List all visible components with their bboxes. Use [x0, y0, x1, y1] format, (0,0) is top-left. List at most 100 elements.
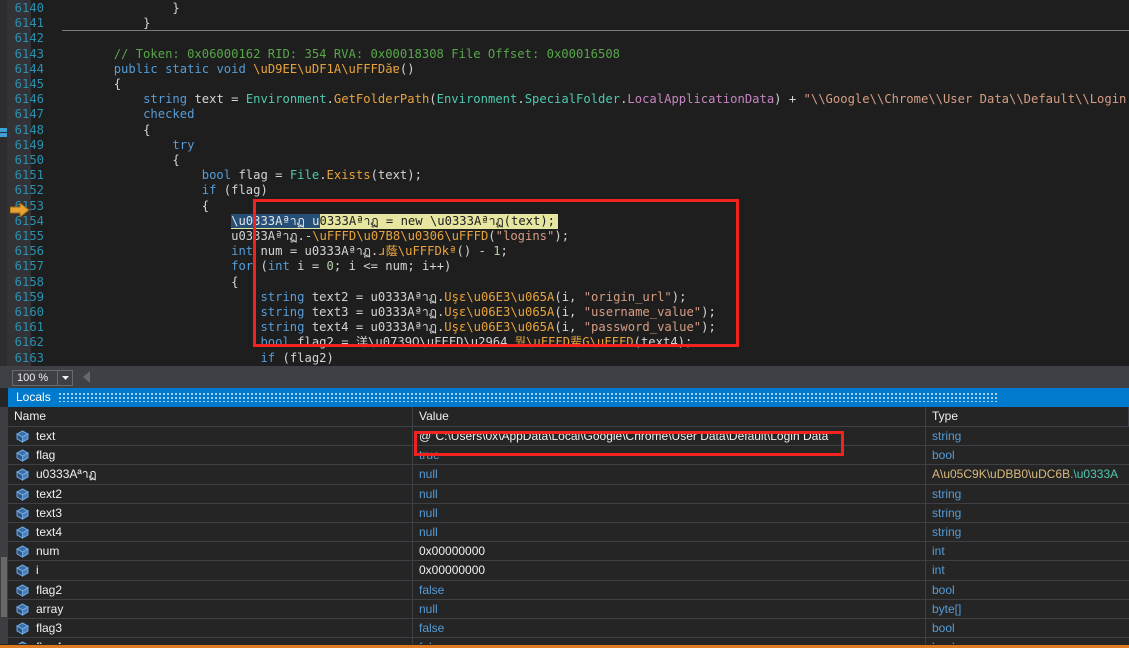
table-row[interactable]: num 0x00000000 int — [8, 542, 1129, 562]
table-row[interactable]: text4 null string — [8, 522, 1129, 543]
code-line[interactable]: 6152 if (flag) — [15, 183, 1129, 198]
code-editor[interactable]: 6140 } 6141 } 6142 6143 // Token: 0x0600016… — [0, 0, 1129, 366]
local-variable-name[interactable]: flag — [8, 446, 413, 465]
code-line[interactable]: 6162 bool flag2 = 洋\u0739Ω\uFFFD\u2964.뭠… — [15, 335, 1129, 350]
locals-grid[interactable]: Name Value Type text @"C:\Users\0x\AppDat… — [8, 407, 1129, 644]
table-row[interactable]: text2 null string — [8, 484, 1129, 504]
table-row[interactable]: flag true bool — [8, 446, 1129, 466]
table-row[interactable]: text3 null string — [8, 503, 1129, 523]
local-variable-value[interactable]: true — [413, 446, 926, 465]
code-line[interactable]: 6160 string text3 = u0333Aªาฏ.Uşɛ\u06E3\… — [15, 305, 1129, 320]
column-header-type[interactable]: Type — [926, 407, 1129, 426]
local-variable-value[interactable]: null — [413, 503, 926, 522]
cube-icon — [16, 430, 29, 443]
code-text-area[interactable]: 6140 } 6141 } 6142 6143 // Token: 0x0600016… — [15, 0, 1129, 366]
local-variable-value[interactable]: false — [413, 638, 926, 644]
local-variable-type: string — [932, 486, 962, 501]
local-variable-name[interactable]: text3 — [8, 503, 413, 522]
local-variable-value[interactable]: 0x00000000 — [413, 542, 926, 561]
code-line[interactable]: 6161 string text4 = u0333Aªาฏ.Uşɛ\u06E3\… — [15, 320, 1129, 335]
table-row[interactable]: text @"C:\Users\0x\AppData\Local\Google\C… — [8, 427, 1129, 447]
table-row[interactable]: flag4 falsebool — [8, 638, 1129, 644]
code-line[interactable]: 6143 // Token: 0x06000162 RID: 354 RVA: … — [15, 47, 1129, 62]
cube-icon — [16, 583, 29, 597]
local-variable-value[interactable]: null — [413, 465, 926, 484]
selected-token: \u0333Aªาฏ u — [231, 213, 320, 228]
table-row[interactable]: flag3 false bool — [8, 618, 1129, 639]
code-line[interactable]: 6159 string text2 = u0333Aªาฏ.Uşɛ\u06E3\… — [15, 290, 1129, 305]
column-header-value[interactable]: Value — [413, 407, 926, 426]
code-line[interactable]: 6153 { — [15, 199, 1129, 214]
line-number: 6141 — [14, 16, 44, 31]
code-line[interactable]: 6140 } — [15, 1, 1129, 16]
code-line-text: bool flag2 = 洋\u0739Ω\uFFFD\u2964.뭠\uFFF… — [260, 335, 693, 350]
line-number: 6155 — [14, 229, 44, 243]
local-variable-name[interactable]: flag4 — [8, 638, 413, 644]
zoom-dropdown-chevron-down-icon[interactable] — [58, 370, 73, 386]
local-variable-value[interactable]: null — [413, 484, 926, 503]
local-variable-name[interactable]: flag2 — [8, 580, 413, 599]
code-line[interactable]: 6157 for (int i = 0; i <= num; i++) — [15, 259, 1129, 274]
locals-vertical-scrollbar[interactable] — [0, 407, 8, 644]
local-variable-value[interactable]: 0x00000000 — [413, 561, 926, 580]
variable-name-label: flag3 — [36, 620, 63, 635]
horizontal-scrollbar[interactable] — [83, 369, 1129, 387]
table-row[interactable]: i 0x00000000 int — [8, 561, 1129, 581]
variable-name-label: i — [36, 563, 39, 578]
table-row[interactable]: u0333Aªาฏ null A\u05C9K\uDBB0\uDC6B.\u0333… — [8, 465, 1129, 485]
code-line-text: } — [172, 1, 180, 15]
local-variable-name[interactable]: num — [8, 542, 413, 561]
local-variable-name[interactable]: flag3 — [8, 618, 413, 638]
scrollbar-thumb[interactable] — [1, 557, 7, 617]
local-variable-name[interactable]: i — [8, 561, 413, 580]
cube-icon — [16, 449, 29, 463]
cube-icon — [16, 526, 29, 539]
code-line[interactable]: 6146 string text = Environment.GetFolder… — [15, 92, 1129, 107]
table-row[interactable]: array null byte[] — [8, 599, 1129, 619]
code-line[interactable]: 6163 if (flag2) — [15, 351, 1129, 366]
code-line[interactable]: 6142 — [15, 31, 1129, 46]
local-variable-name[interactable]: u0333Aªาฏ — [8, 465, 413, 484]
local-variable-value[interactable]: null — [413, 599, 926, 618]
local-variable-value[interactable]: @"C:\Users\0x\AppData\Local\Google\Chrom… — [413, 427, 926, 446]
code-line[interactable]: 6154 \u0333Aªาฏ u0333Aªาฏ = new \u0333Aª… — [15, 213, 1129, 229]
code-line[interactable]: 6147 checked — [15, 107, 1129, 122]
code-line[interactable]: 6149 try — [15, 138, 1129, 153]
code-line[interactable]: 6144 public static void \uD9EE\uDF1A\uFF… — [15, 62, 1129, 77]
local-variable-value[interactable]: false — [413, 618, 926, 638]
local-variable-name[interactable]: text4 — [8, 522, 413, 542]
local-variable-type: byte[] — [932, 601, 962, 616]
line-number: 6150 — [14, 153, 44, 167]
local-variable-value[interactable]: false — [413, 580, 926, 599]
column-header-name[interactable]: Name — [8, 407, 413, 426]
code-line[interactable]: 6158 { — [15, 275, 1129, 290]
local-variable-name[interactable]: text2 — [8, 484, 413, 503]
local-variable-type: int — [932, 563, 945, 578]
code-line[interactable]: 6155 u0333Aªาฏ.-\uFFFD\u07B8\u0306\uFFFD… — [15, 229, 1129, 244]
line-number: 6158 — [14, 274, 44, 289]
drag-handle-dots[interactable] — [58, 393, 999, 403]
local-variable-type: bool — [932, 582, 955, 597]
code-line[interactable]: 6151 bool flag = File.Exists(text); — [15, 168, 1129, 183]
code-line[interactable]: 6150 { — [15, 153, 1129, 168]
locals-panel-title: Locals — [16, 390, 51, 404]
variable-name-label: text4 — [36, 524, 63, 539]
code-line-text: { — [143, 122, 151, 137]
local-variable-type: int — [932, 544, 945, 559]
table-row[interactable]: flag2 false bool — [8, 580, 1129, 600]
cube-icon — [17, 641, 28, 644]
local-variable-type: string — [932, 524, 962, 539]
visual-studio-debugger-window: 6140 } 6141 } 6142 6143 // Token: 0x0600016… — [0, 0, 1129, 648]
line-number: 6140 — [14, 1, 44, 15]
scroll-left-arrow-icon[interactable] — [83, 371, 90, 383]
zoom-level-combobox[interactable]: 100 % — [12, 370, 58, 386]
line-number: 6157 — [14, 259, 44, 274]
code-line[interactable]: 6148 { — [15, 122, 1129, 138]
variable-name-label: array — [36, 601, 64, 616]
local-variable-name[interactable]: text — [8, 427, 413, 446]
locals-panel-title-bar[interactable]: Locals — [8, 388, 1129, 407]
local-variable-value[interactable]: null — [413, 522, 926, 542]
local-variable-name[interactable]: array — [8, 599, 413, 618]
code-line[interactable]: 6156 int num = u0333Aªาฏ.ɹ蔭\uFFFDkª() - … — [15, 244, 1129, 259]
code-line[interactable]: 6145 { — [15, 77, 1129, 92]
